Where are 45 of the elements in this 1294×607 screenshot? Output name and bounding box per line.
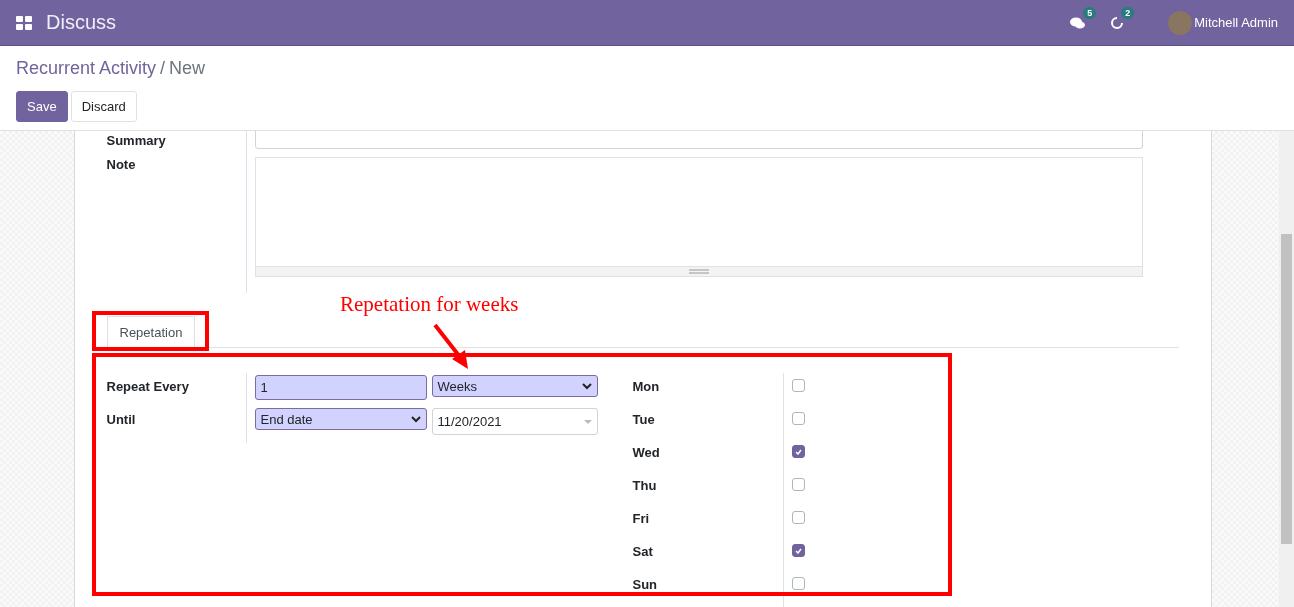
day-checkbox[interactable]	[791, 544, 805, 557]
field-label: Until	[105, 412, 137, 428]
day-checkbox[interactable]	[791, 478, 805, 491]
field-label: Repeat Every	[105, 379, 190, 395]
chat-bubbles-icon[interactable]	[1070, 15, 1087, 30]
day-label: Thu	[632, 478, 658, 494]
save-button[interactable]: Save	[16, 91, 68, 122]
chevron-down-icon	[410, 415, 421, 423]
scrollbar[interactable]	[1279, 131, 1294, 607]
day-checkbox[interactable]	[791, 412, 805, 425]
day-label: Wed	[632, 445, 661, 461]
resize-handle-icon[interactable]	[688, 269, 709, 274]
day-label: Sun	[632, 577, 659, 593]
day-label: Sat	[632, 544, 654, 560]
day-label: Tue	[632, 412, 656, 428]
checkmark-icon	[794, 448, 802, 455]
date-input-field[interactable]: 11/20/2021	[431, 408, 598, 435]
message-count-badge: 5	[1083, 6, 1097, 19]
user-name[interactable]: Mitchell Admin	[1194, 15, 1278, 30]
discard-button[interactable]: Discard	[70, 91, 137, 122]
app-title: Discuss	[46, 11, 116, 34]
user-avatar[interactable]	[1168, 10, 1193, 35]
tab[interactable]: Repetation	[106, 316, 196, 348]
caret-icon	[583, 419, 592, 424]
field-label: Summary	[105, 132, 167, 148]
summary-input-field[interactable]	[254, 131, 1143, 149]
day-checkbox[interactable]	[791, 577, 805, 590]
activity-count-badge: 2	[1121, 6, 1135, 19]
apps-grid-icon[interactable]	[16, 15, 32, 30]
breadcrumb-link[interactable]: Recurrent Activity	[16, 58, 157, 79]
interval-input-field[interactable]: 1	[254, 375, 427, 400]
until-select[interactable]: End date	[254, 408, 427, 430]
chevron-down-icon	[581, 382, 592, 390]
day-label: Mon	[632, 379, 661, 395]
checkmark-icon	[794, 547, 802, 554]
breadcrumb-current: New	[169, 58, 206, 79]
day-label: Fri	[632, 511, 651, 527]
unit-select[interactable]: Weeks	[431, 375, 598, 397]
day-checkbox[interactable]	[791, 379, 805, 392]
day-checkbox[interactable]	[791, 511, 805, 524]
breadcrumb-separator: /	[160, 58, 166, 79]
day-checkbox[interactable]	[791, 445, 805, 458]
annotation-text: Repetation for weeks	[340, 292, 519, 317]
note-text-area[interactable]	[254, 157, 1143, 277]
field-label: Note	[105, 156, 137, 172]
